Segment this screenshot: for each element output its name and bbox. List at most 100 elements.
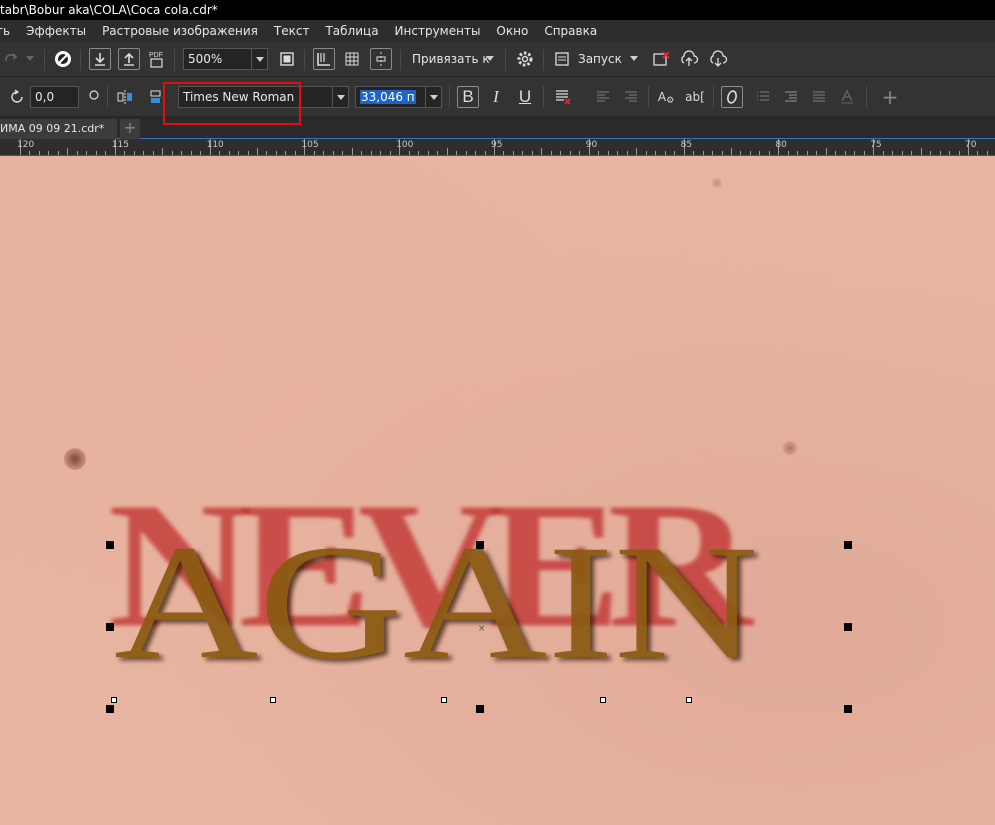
character-node[interactable] [111, 697, 117, 703]
selection-handle[interactable] [106, 541, 114, 549]
ruler-minor-tick [901, 151, 903, 155]
rotation-angle-input[interactable]: 0,0 [30, 86, 79, 108]
character-node[interactable] [270, 697, 276, 703]
ruler-minor-tick [626, 151, 628, 155]
ruler-minor-tick [977, 151, 979, 155]
italic-o-icon[interactable] [721, 86, 743, 108]
document-tab[interactable]: ИМА 09 09 21.cdr* [0, 119, 117, 139]
rulers-icon[interactable] [313, 48, 335, 70]
zoom-level-combo[interactable]: 500% [183, 48, 268, 70]
ruler-minor-tick [361, 151, 363, 155]
chevron-down-icon[interactable] [251, 49, 267, 69]
menu-item-file[interactable]: ть [0, 24, 18, 38]
skin-mole [712, 178, 722, 188]
pdf-icon[interactable]: PDF [146, 48, 168, 70]
italic-button[interactable]: I [485, 86, 507, 108]
circle-icon[interactable] [88, 89, 100, 101]
ruler-minor-tick [124, 151, 126, 155]
selection-handle[interactable] [106, 623, 114, 631]
launch-dropdown[interactable] [630, 56, 638, 61]
underline-fill-icon[interactable] [552, 86, 574, 108]
ruler-minor-tick [844, 151, 846, 155]
menu-item-window[interactable]: Окно [488, 24, 536, 38]
list-icon[interactable] [752, 86, 774, 108]
align-right-icon[interactable] [620, 86, 642, 108]
align-left-icon[interactable] [592, 86, 614, 108]
launch-label[interactable]: Запуск [578, 52, 622, 66]
bold-button[interactable]: B [457, 86, 479, 108]
selection-handle[interactable] [844, 541, 852, 549]
ruler-minor-tick [636, 148, 638, 155]
selection-handle[interactable] [844, 623, 852, 631]
selection-handle[interactable] [106, 705, 114, 713]
font-size-combo[interactable]: 33,046 п [355, 86, 442, 108]
ruler-minor-tick [484, 151, 486, 155]
horizontal-ruler[interactable]: 120 115 110 105 100 95 90 85 80 75 70 [0, 139, 995, 156]
menu-item-tools[interactable]: Инструменты [387, 24, 489, 38]
edit-text-icon[interactable]: ab[ [684, 86, 706, 108]
full-screen-icon[interactable] [276, 48, 298, 70]
character-node[interactable] [686, 697, 692, 703]
error-icon[interactable] [650, 48, 672, 70]
ruler-minor-tick [313, 151, 315, 155]
launcher-icon[interactable] [551, 48, 573, 70]
snap-to-dropdown[interactable] [486, 56, 494, 61]
mirror-icon[interactable] [114, 86, 136, 108]
import-icon[interactable] [89, 48, 111, 70]
character-node[interactable] [441, 697, 447, 703]
ruler-minor-tick [503, 151, 505, 155]
menu-item-help[interactable]: Справка [536, 24, 605, 38]
font-family-combo[interactable]: Times New Roman [178, 86, 349, 108]
paragraph-icon[interactable] [808, 86, 830, 108]
skin-mole [64, 448, 86, 470]
redo-dropdown[interactable] [26, 56, 34, 61]
ruler-label: 75 [870, 140, 882, 150]
ruler-minor-tick [86, 151, 88, 155]
position-icon[interactable] [144, 86, 166, 108]
redo-icon[interactable] [0, 48, 22, 70]
ruler-label: 80 [775, 140, 787, 150]
cloud-download-icon[interactable] [707, 48, 729, 70]
guidelines-icon[interactable] [370, 48, 392, 70]
snap-to-label[interactable]: Привязать к [412, 52, 490, 66]
chevron-down-icon[interactable] [425, 87, 441, 107]
ruler-minor-tick [664, 151, 666, 155]
ruler-minor-tick [797, 151, 799, 155]
window-title-bar: tabr\Bobur aka\COLA\Coca cola.cdr* [0, 0, 995, 20]
indent-icon[interactable] [780, 86, 802, 108]
export-icon[interactable] [118, 48, 140, 70]
add-button[interactable]: + [879, 85, 901, 109]
ruler-minor-tick [986, 151, 988, 155]
selection-handle[interactable] [476, 541, 484, 549]
selection-handle[interactable] [844, 705, 852, 713]
menu-item-effects[interactable]: Эффекты [18, 24, 94, 38]
char-format-icon[interactable]: A ⚙ [655, 86, 677, 108]
cloud-upload-icon[interactable] [678, 48, 700, 70]
add-tab-button[interactable]: + [120, 119, 140, 139]
ruler-minor-tick [437, 151, 439, 155]
underline-button[interactable]: U [514, 86, 536, 108]
selection-handle[interactable] [476, 705, 484, 713]
ruler-minor-tick [531, 151, 533, 155]
ruler-minor-tick [560, 151, 562, 155]
ruler-minor-tick [892, 151, 894, 155]
settings-gear-icon[interactable] [514, 48, 536, 70]
ruler-minor-tick [219, 151, 221, 155]
text-frame-icon[interactable] [836, 86, 858, 108]
grid-icon[interactable] [341, 48, 363, 70]
ruler-minor-tick [351, 148, 353, 155]
ruler-minor-tick [294, 151, 296, 155]
menu-item-text[interactable]: Текст [266, 24, 318, 38]
character-node[interactable] [600, 697, 606, 703]
menu-item-bitmaps[interactable]: Растровые изображения [94, 24, 266, 38]
ruler-minor-tick [655, 151, 657, 155]
ruler-minor-tick [143, 151, 145, 155]
selected-text-again[interactable]: AGAIN [114, 521, 758, 685]
menu-item-table[interactable]: Таблица [317, 24, 386, 38]
ruler-minor-tick [247, 151, 249, 155]
corel-connect-icon[interactable] [52, 48, 74, 70]
drawing-canvas[interactable]: NEVER AGAIN × [0, 156, 995, 825]
chevron-down-icon[interactable] [332, 87, 348, 107]
ruler-minor-tick [759, 151, 761, 155]
ruler-minor-tick [370, 151, 372, 155]
